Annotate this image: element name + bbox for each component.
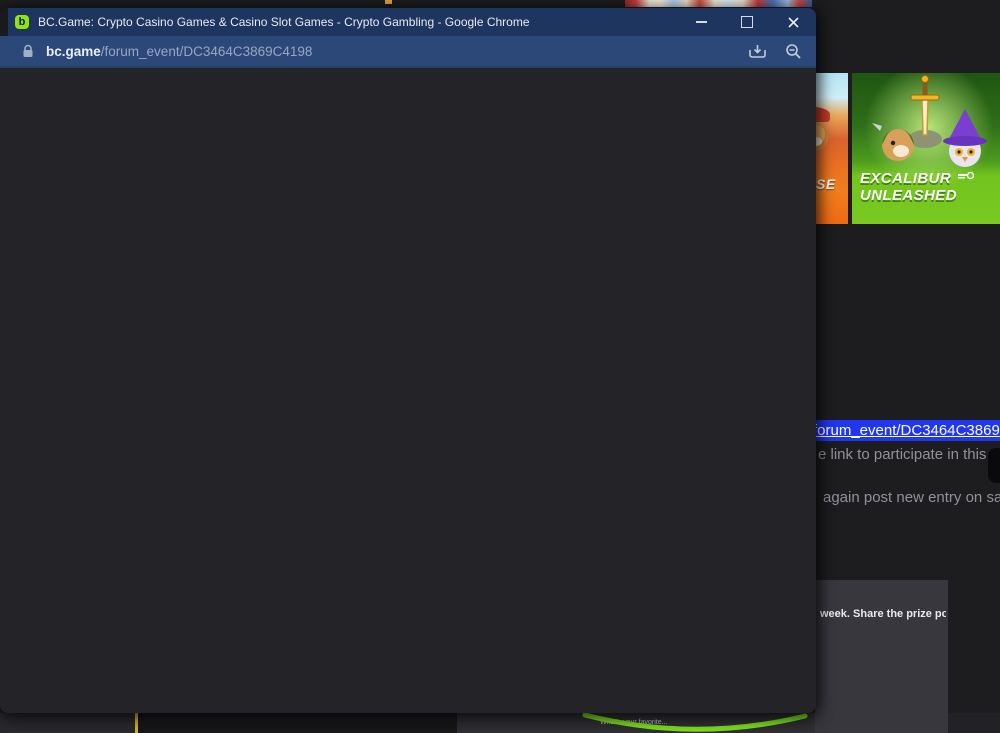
- close-button[interactable]: [770, 8, 816, 36]
- zoom-magnifier-icon[interactable]: [785, 43, 802, 60]
- close-icon: [787, 16, 800, 29]
- page-banner-fragment: [625, 0, 812, 7]
- window-titlebar[interactable]: b BC.Game: Crypto Casino Games & Casino …: [0, 8, 816, 36]
- game-banner-excalibur[interactable]: EXCALIBUR UNLEASHED: [852, 73, 1000, 224]
- page-bottom-strip: [138, 713, 457, 733]
- edge-black-chip: [988, 448, 1000, 483]
- address-bar[interactable]: bc.game/forum_event/DC3464C3869C4198: [0, 36, 816, 68]
- forum-post-card: week. Share the prize po: [815, 580, 948, 733]
- page-bottom-strip: [0, 713, 135, 733]
- banner-title: EXCALIBUR UNLEASHED: [860, 170, 974, 204]
- bcgame-favicon-icon: b: [15, 15, 29, 29]
- save-page-icon[interactable]: [748, 43, 767, 60]
- window-controls: [678, 8, 816, 36]
- minimize-button[interactable]: [678, 8, 724, 36]
- browser-window: b BC.Game: Crypto Casino Games & Casino …: [0, 8, 816, 713]
- url-domain: bc.game: [46, 44, 101, 59]
- page-bottom-strip: [948, 713, 1000, 733]
- forum-paragraph-line: again post new entry on sa: [823, 489, 1000, 506]
- screen: SE EXCALIBUR: [0, 0, 1000, 733]
- titlebar-notch: [0, 8, 8, 36]
- forum-paragraph-line: e link to participate in this: [818, 446, 1000, 463]
- forum-link-text[interactable]: forum_event/DC3464C3869: [813, 420, 1000, 441]
- minimize-icon: [696, 21, 707, 23]
- yellow-accent-mark: [385, 0, 392, 4]
- post-card-text: week. Share the prize po: [820, 608, 946, 620]
- banner-title-line2: UNLEASHED: [860, 187, 957, 204]
- selected-forum-link[interactable]: forum_event/DC3464C3869: [813, 420, 1000, 441]
- green-arc-decoration: [457, 713, 815, 733]
- provider-logo-icon: [958, 170, 974, 181]
- lock-icon[interactable]: [22, 44, 34, 58]
- banner-caption: SE: [816, 176, 836, 192]
- forum-footer-panel: What's your favorite...: [457, 713, 815, 733]
- banner-title-line1: EXCALIBUR: [860, 170, 951, 187]
- window-title: BC.Game: Crypto Casino Games & Casino Sl…: [38, 15, 678, 29]
- maximize-icon: [741, 16, 753, 28]
- browser-viewport[interactable]: [0, 68, 816, 713]
- knife-art: [872, 123, 882, 131]
- url-text[interactable]: bc.game/forum_event/DC3464C3869C4198: [46, 44, 748, 59]
- url-path: /forum_event/DC3464C3869C4198: [101, 44, 313, 59]
- maximize-button[interactable]: [724, 8, 770, 36]
